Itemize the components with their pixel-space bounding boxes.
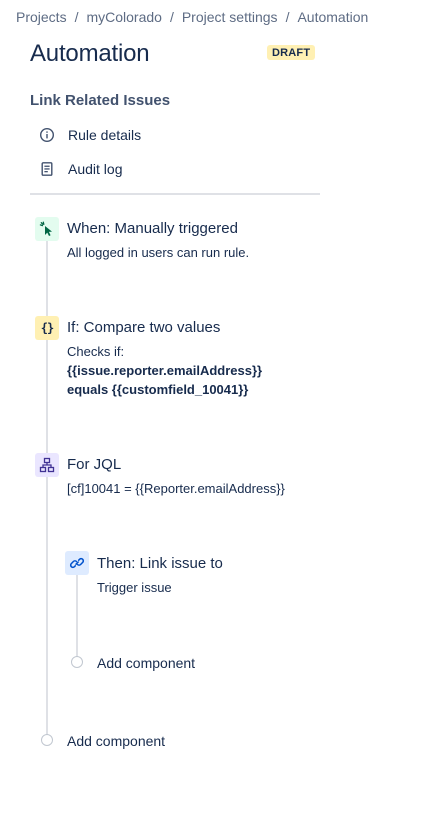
condition-desc-line3: equals {{customfield_10041}} [67,382,249,397]
breadcrumb-separator: / [169,9,174,25]
audit-log-link[interactable]: Audit log [38,157,122,181]
add-component-button[interactable]: Add component [67,733,165,749]
status-badge: DRAFT [267,45,316,60]
document-icon [38,160,56,178]
hierarchy-icon [39,457,55,473]
link-icon [69,557,85,569]
trigger-component-icon[interactable] [35,217,59,241]
condition-desc-line2: {{issue.reporter.emailAddress}} [67,363,263,378]
action-component-icon[interactable] [65,551,89,575]
trigger-description: All logged in users can run rule. [67,245,250,260]
cursor-click-icon [39,221,52,236]
divider [30,193,320,195]
info-icon [38,126,56,144]
braces-icon: {} [40,321,54,335]
add-component-dot[interactable] [41,734,53,746]
breadcrumb-project-settings[interactable]: Project settings [182,9,278,25]
page-title: Automation [30,40,150,67]
add-component-dot[interactable] [71,656,83,668]
rule-name: Link Related Issues [30,92,171,109]
add-component-button-inner[interactable]: Add component [97,655,195,671]
rule-details-link[interactable]: Rule details [38,123,141,147]
branch-title[interactable]: For JQL [67,456,121,473]
action-description: Trigger issue [97,580,172,595]
breadcrumb-separator: / [74,9,79,25]
breadcrumb-separator: / [285,9,290,25]
breadcrumb-automation[interactable]: Automation [297,9,368,25]
condition-description: Checks if: {{issue.reporter.emailAddress… [67,342,262,399]
branch-component-icon[interactable] [35,453,59,477]
branch-timeline-line [76,574,78,658]
condition-component-icon[interactable]: {} [35,316,59,340]
branch-description: [cf]10041 = {{Reporter.emailAddress}} [67,481,285,496]
action-title[interactable]: Then: Link issue to [97,555,223,572]
trigger-title[interactable]: When: Manually triggered [67,220,238,237]
breadcrumb: Projects / myColorado / Project settings / Aut… [16,9,368,25]
breadcrumb-projects[interactable]: Projects [16,9,67,25]
rule-details-label: Rule details [68,127,142,143]
breadcrumb-mycolorado[interactable]: myColorado [86,9,161,25]
condition-desc-line1: Checks if: [67,344,125,359]
audit-log-label: Audit log [68,161,123,177]
condition-title[interactable]: If: Compare two values [67,319,220,336]
timeline-line [46,240,48,736]
